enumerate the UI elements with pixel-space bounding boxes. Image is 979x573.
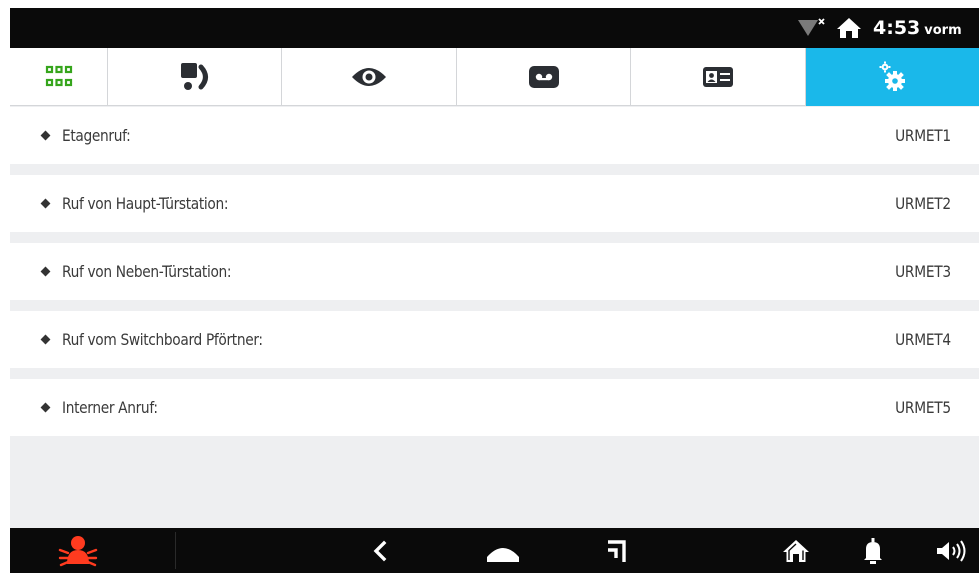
list-item-value: URMET1 xyxy=(895,126,951,145)
clock-suffix: vorm xyxy=(924,23,962,38)
bullet-icon xyxy=(40,402,51,413)
alarm-beetle-icon xyxy=(58,535,98,566)
tab-apps[interactable] xyxy=(10,48,108,106)
back-button[interactable] xyxy=(360,528,400,573)
settings-gear-icon xyxy=(879,61,905,91)
ringtone-settings-list: Etagenruf: URMET1 Ruf von Haupt-Türstati… xyxy=(10,107,979,447)
bell-button[interactable] xyxy=(855,528,891,573)
tab-monitor[interactable] xyxy=(282,48,457,106)
home-shortcut-button[interactable] xyxy=(776,528,816,573)
contact-card-icon xyxy=(703,67,733,87)
alarm-button[interactable] xyxy=(50,528,106,573)
eye-icon xyxy=(352,68,386,86)
list-item-label: Ruf von Haupt-Türstation: xyxy=(62,194,229,213)
home-icon xyxy=(783,539,809,562)
list-item-switchboard[interactable]: Ruf vom Switchboard Pförtner: URMET4 xyxy=(10,311,979,368)
tab-settings[interactable] xyxy=(806,48,979,106)
bullet-icon xyxy=(40,266,51,277)
navigation-bar xyxy=(10,528,979,573)
status-bar: 4:53 vorm xyxy=(10,8,979,48)
recent-apps-icon xyxy=(608,539,626,562)
status-clock: 4:53 vorm xyxy=(873,17,962,39)
list-item-value: URMET2 xyxy=(895,194,951,213)
bell-icon xyxy=(864,537,882,564)
recent-apps-button[interactable] xyxy=(595,528,639,573)
device-screen: 4:53 vorm Etagenruf: URMET1 Ruf von Haup… xyxy=(10,8,979,573)
list-item-neben-tuerstation[interactable]: Ruf von Neben-Türstation: URMET3 xyxy=(10,243,979,300)
list-item-etagenruf[interactable]: Etagenruf: URMET1 xyxy=(10,107,979,164)
list-item-label: Ruf vom Switchboard Pförtner: xyxy=(62,330,263,349)
bullet-icon xyxy=(40,130,51,141)
list-item-interner-anruf[interactable]: Interner Anruf: URMET5 xyxy=(10,379,979,436)
apps-grid-icon xyxy=(45,65,72,87)
home-dome-icon xyxy=(487,547,519,562)
voicemail-icon xyxy=(528,66,559,88)
bullet-icon xyxy=(40,334,51,345)
tab-intercom[interactable] xyxy=(108,48,282,106)
volume-button[interactable] xyxy=(928,528,976,573)
bullet-icon xyxy=(40,198,51,209)
clock-time: 4:53 xyxy=(873,17,921,39)
home-icon xyxy=(837,18,861,38)
volume-icon xyxy=(937,539,966,562)
list-item-haupt-tuerstation[interactable]: Ruf von Haupt-Türstation: URMET2 xyxy=(10,175,979,232)
home-nav-button[interactable] xyxy=(478,528,528,573)
tab-contacts[interactable] xyxy=(631,48,806,106)
tab-voicemail[interactable] xyxy=(457,48,631,106)
list-item-label: Interner Anruf: xyxy=(62,398,158,417)
intercom-call-icon xyxy=(180,63,208,90)
nav-divider xyxy=(175,532,176,569)
back-icon xyxy=(373,540,387,561)
list-item-label: Ruf von Neben-Türstation: xyxy=(62,262,232,281)
list-item-value: URMET4 xyxy=(895,330,951,349)
list-item-value: URMET3 xyxy=(895,262,951,281)
tab-bar xyxy=(10,48,979,106)
list-item-label: Etagenruf: xyxy=(62,126,131,145)
list-item-value: URMET5 xyxy=(895,398,951,417)
wifi-off-icon xyxy=(798,18,825,36)
